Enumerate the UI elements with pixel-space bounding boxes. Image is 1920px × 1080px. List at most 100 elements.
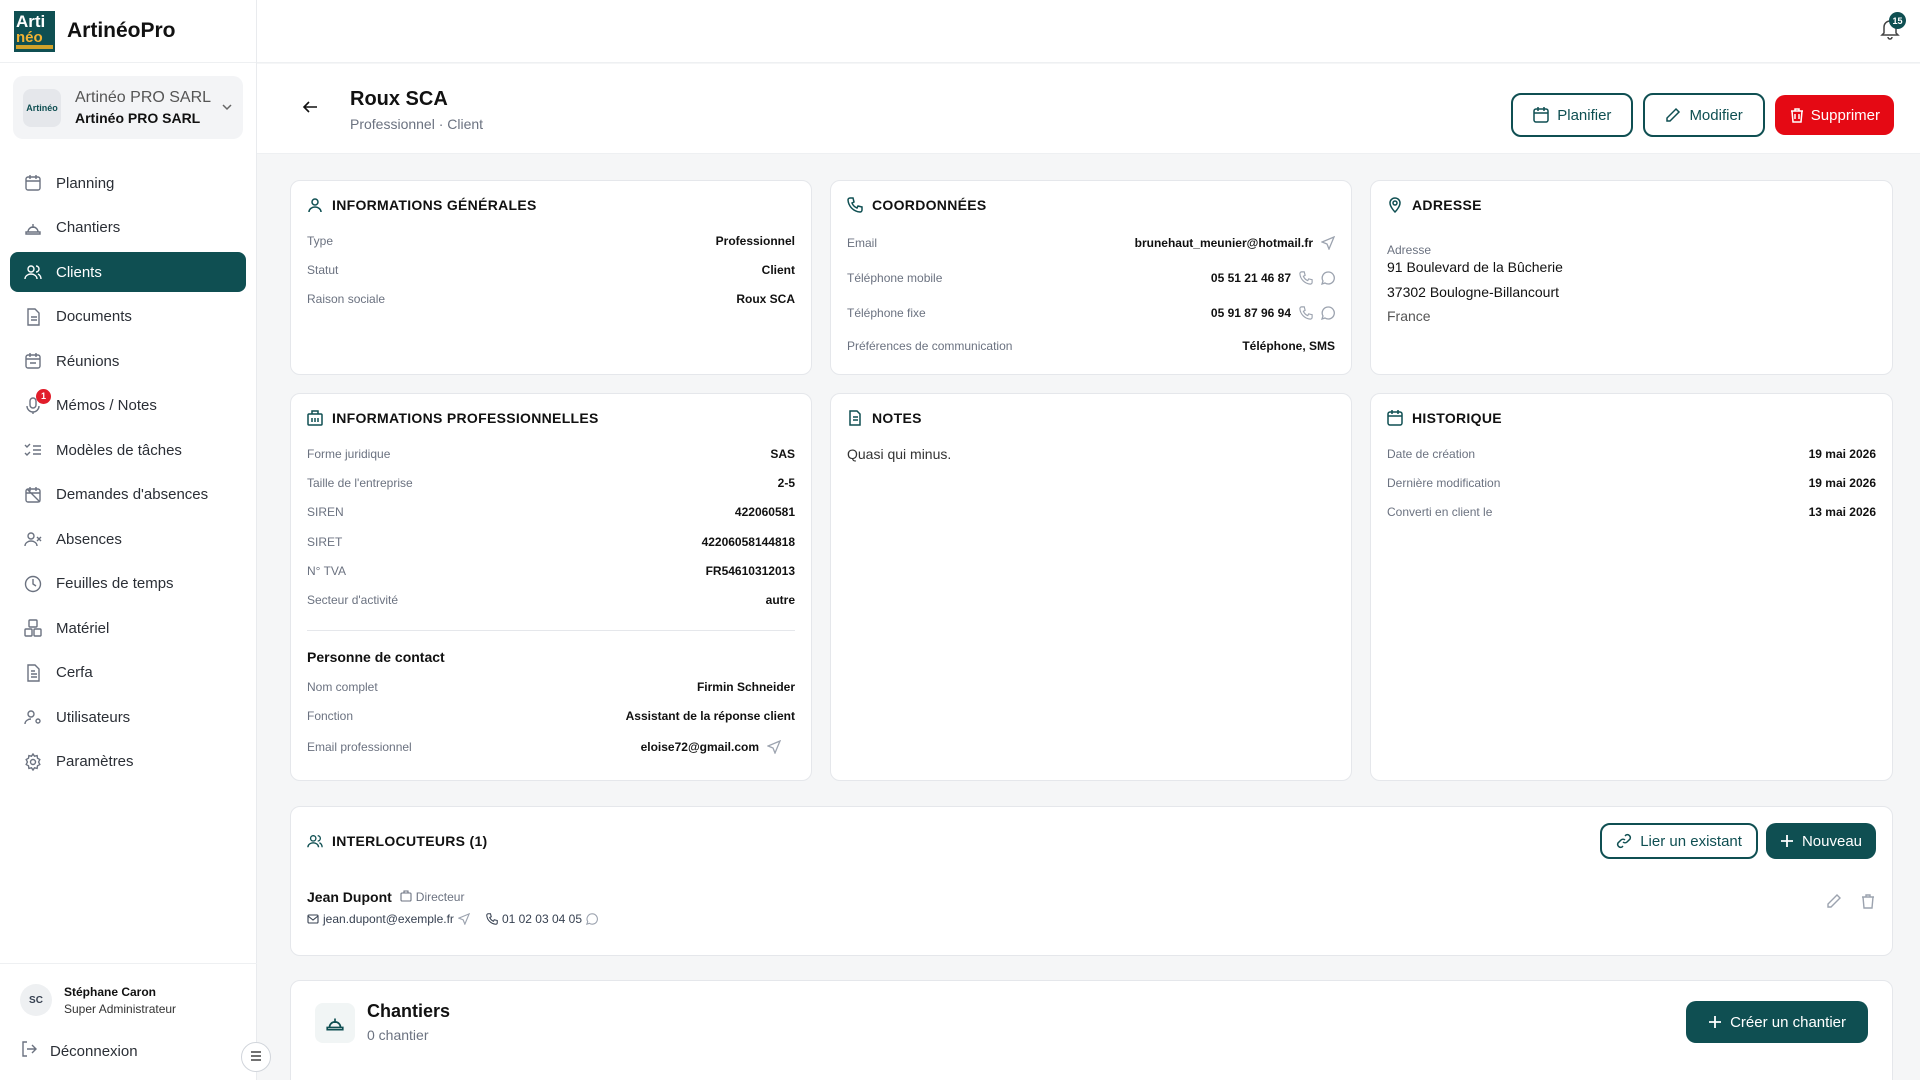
message-icon[interactable] xyxy=(1321,271,1335,285)
plan-button[interactable]: Planifier xyxy=(1511,93,1634,137)
sidebar-item-label: Clients xyxy=(56,263,102,281)
field-label: Type xyxy=(307,234,334,248)
sidebar-item-materiel[interactable]: Matériel xyxy=(10,608,246,648)
memos-badge: 1 xyxy=(36,388,51,404)
sidebar-item-utilisateurs[interactable]: Utilisateurs xyxy=(10,697,246,737)
address-line-2: 37302 Boulogne-Billancourt xyxy=(1387,284,1560,300)
user-name: Stéphane Caron xyxy=(64,984,157,999)
send-icon[interactable] xyxy=(457,913,470,925)
sidebar-item-reunions[interactable]: Réunions xyxy=(10,341,246,381)
send-icon[interactable] xyxy=(1321,236,1335,250)
field-label: Converti en client le xyxy=(1387,505,1493,519)
message-icon[interactable] xyxy=(586,913,598,925)
notifications-badge: 15 xyxy=(1889,12,1906,29)
sidebar-item-planning[interactable]: Planning xyxy=(10,163,246,203)
sidebar-item-parametres[interactable]: Paramètres xyxy=(10,742,246,782)
gear-icon xyxy=(22,751,44,773)
field-label: SIREN xyxy=(307,505,344,519)
sidebar-item-modeles[interactable]: Modèles de tâches xyxy=(10,430,246,470)
field-label: Statut xyxy=(307,263,339,277)
phone-call-icon[interactable] xyxy=(1299,271,1313,285)
sidebar-item-clients[interactable]: Clients xyxy=(10,252,246,292)
delete-button[interactable]: Supprimer xyxy=(1774,95,1894,135)
new-interlocutor-button[interactable]: Nouveau xyxy=(1765,823,1876,859)
page-header: Roux SCA Professionnel · Client Planifie… xyxy=(257,64,1920,154)
sidebar-item-label: Planning xyxy=(56,174,115,192)
app-logo: Arti néo xyxy=(14,10,55,52)
landline-value: 05 91 87 96 94 xyxy=(1210,306,1291,320)
map-pin-icon xyxy=(1387,197,1403,213)
pro-email-value: eloise72@gmail.com xyxy=(640,740,759,754)
building-icon xyxy=(307,410,323,426)
field-value: 42206058144818 xyxy=(701,535,795,549)
menu-icon xyxy=(249,1049,263,1066)
contact-person-heading: Personne de contact xyxy=(307,649,445,665)
field-label: Téléphone mobile xyxy=(847,271,943,285)
notifications-button[interactable]: 15 xyxy=(1880,12,1906,45)
company-name-secondary: Artinéo PRO SARL xyxy=(75,110,201,126)
field-label: Fonction xyxy=(307,709,354,723)
company-switcher[interactable]: Artinéo Artinéo PRO SARL Artinéo PRO SAR… xyxy=(13,76,243,139)
sidebar-item-label: Chantiers xyxy=(56,219,121,236)
send-icon[interactable] xyxy=(767,740,781,754)
card-title: INTERLOCUTEURS (1) xyxy=(332,833,488,849)
logout-label: Déconnexion xyxy=(50,1042,138,1060)
sidebar-item-documents[interactable]: Documents xyxy=(10,297,246,337)
logout-button[interactable]: Déconnexion xyxy=(20,1040,237,1062)
bell-icon xyxy=(1880,20,1900,44)
phone-call-icon[interactable] xyxy=(1299,306,1313,320)
sidebar-item-feuilles-temps[interactable]: Feuilles de temps xyxy=(10,564,246,604)
sidebar-item-label: Cerfa xyxy=(56,664,93,681)
company-logo: Artinéo xyxy=(23,88,61,127)
sidebar-item-memos[interactable]: 1 Mémos / Notes xyxy=(10,386,246,426)
hard-hat-icon xyxy=(22,217,44,239)
plus-icon xyxy=(1708,1015,1722,1029)
user-profile[interactable]: SC Stéphane Caron Super Administrateur xyxy=(20,984,237,1016)
sidebar-item-label: Mémos / Notes xyxy=(56,397,157,414)
field-value: Assistant de la réponse client xyxy=(625,709,795,723)
boxes-icon xyxy=(22,617,44,639)
users-icon xyxy=(22,261,44,283)
professional-info-card: INFORMATIONS PROFESSIONNELLES Forme juri… xyxy=(290,393,812,781)
sidebar-item-label: Feuilles de temps xyxy=(56,575,174,592)
field-value: 422060581 xyxy=(734,505,795,519)
field-value: Professionnel xyxy=(715,234,795,248)
history-card: HISTORIQUE Date de création 19 mai 2026 D… xyxy=(1370,393,1893,781)
contact-details-card: COORDONNÉES Email brunehaut_meunier@hotma… xyxy=(830,180,1352,375)
phone-icon xyxy=(486,913,498,925)
edit-button[interactable]: Modifier xyxy=(1643,93,1765,137)
interlocutor-name: Jean Dupont xyxy=(307,889,392,905)
delete-interlocutor-icon[interactable] xyxy=(1860,893,1876,914)
link-existing-button[interactable]: Lier un existant xyxy=(1600,823,1758,859)
logout-icon xyxy=(20,1040,38,1062)
address-label: Adresse xyxy=(1387,243,1432,257)
list-check-icon xyxy=(22,439,44,461)
message-icon[interactable] xyxy=(1321,306,1335,320)
back-arrow-icon[interactable] xyxy=(301,98,319,121)
field-label: Date de création xyxy=(1387,447,1476,461)
field-value: Client xyxy=(761,263,795,277)
field-label: Forme juridique xyxy=(307,447,391,461)
create-project-button[interactable]: Créer un chantier xyxy=(1686,1001,1868,1043)
topbar: 15 xyxy=(257,0,1920,63)
field-value: Roux SCA xyxy=(736,292,795,306)
card-title: ADRESSE xyxy=(1412,197,1482,213)
sidebar-item-demandes-absences[interactable]: Demandes d'absences xyxy=(10,475,246,515)
sidebar-item-absences[interactable]: Absences xyxy=(10,519,246,559)
card-title: NOTES xyxy=(872,410,922,426)
field-label: Téléphone fixe xyxy=(847,306,926,320)
sidebar-toggle-button[interactable] xyxy=(241,1042,271,1072)
field-value: 19 mai 2026 xyxy=(1808,447,1876,461)
user-cog-icon xyxy=(22,706,44,728)
sidebar-item-label: Demandes d'absences xyxy=(56,486,209,503)
sidebar-item-cerfa[interactable]: Cerfa xyxy=(10,653,246,693)
interlocutor-role: Directeur xyxy=(415,890,465,904)
projects-card: Chantiers 0 chantier Créer un chantier xyxy=(290,980,1893,1080)
sidebar-item-chantiers[interactable]: Chantiers xyxy=(10,208,246,248)
logo-row[interactable]: Arti néo ArtinéoPro xyxy=(0,0,256,63)
edit-interlocutor-icon[interactable] xyxy=(1826,893,1842,914)
page-subtitle: Professionnel · Client xyxy=(350,116,484,132)
interlocutor-email: jean.dupont@exemple.fr xyxy=(323,912,454,926)
address-country: France xyxy=(1387,308,1431,324)
projects-count: 0 chantier xyxy=(367,1027,429,1043)
